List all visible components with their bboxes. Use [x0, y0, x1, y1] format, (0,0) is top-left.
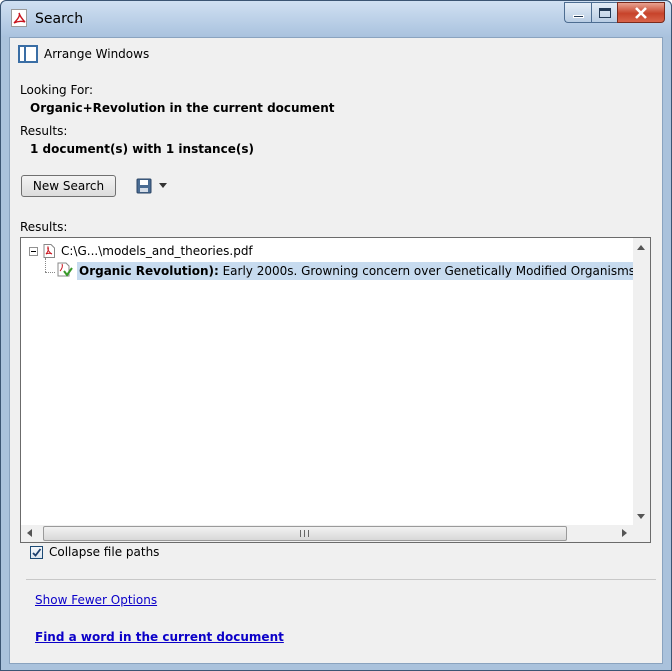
document-path: C:\G...\models_and_theories.pdf: [61, 244, 253, 258]
collapse-file-paths-label: Collapse file paths: [49, 545, 160, 559]
results-summary-label: Results:: [20, 124, 68, 138]
save-icon[interactable]: [136, 178, 152, 194]
scroll-right-icon[interactable]: [622, 529, 627, 537]
close-button[interactable]: [617, 2, 665, 23]
minimize-button[interactable]: [564, 2, 591, 23]
title-bar[interactable]: Search: [1, 1, 671, 37]
collapse-file-paths-checkbox[interactable]: [30, 545, 43, 559]
maximize-button[interactable]: [591, 2, 617, 23]
tree-connector: [45, 272, 55, 273]
close-icon: [635, 6, 647, 19]
save-dropdown-icon[interactable]: [159, 183, 167, 188]
scroll-down-icon[interactable]: [637, 514, 645, 519]
arrange-windows-icon: [18, 45, 38, 63]
window-title: Search: [35, 11, 84, 27]
arrange-windows-label: Arrange Windows: [44, 47, 150, 61]
scroll-up-icon[interactable]: [637, 245, 645, 250]
horizontal-scrollbar[interactable]: [21, 525, 633, 542]
results-tree[interactable]: C:\G...\models_and_theories.pdf Organic …: [20, 237, 651, 543]
pdf-app-icon: [11, 9, 27, 27]
hit-context-text: Early 2000s. Growning concern over Genet…: [222, 264, 650, 278]
results-tree-label: Results:: [20, 220, 68, 234]
new-search-button[interactable]: New Search: [21, 175, 116, 197]
scrollbar-corner: [633, 525, 650, 542]
vertical-scrollbar[interactable]: [633, 238, 650, 526]
show-fewer-options-link[interactable]: Show Fewer Options: [35, 593, 157, 607]
search-window: Search Arrange Windows Looking For: Orga…: [0, 0, 672, 671]
results-summary-value: 1 document(s) with 1 instance(s): [30, 142, 254, 156]
divider: [26, 579, 656, 580]
search-hit-icon: [57, 262, 73, 277]
looking-for-value: Organic+Revolution in the current docume…: [30, 101, 335, 115]
looking-for-label: Looking For:: [20, 83, 94, 97]
arrange-windows-button[interactable]: Arrange Windows: [18, 45, 149, 63]
find-word-link[interactable]: Find a word in the current document: [35, 630, 284, 644]
pdf-file-icon: [43, 244, 55, 258]
scroll-left-icon[interactable]: [27, 529, 32, 537]
minimize-icon: [572, 14, 584, 18]
collapse-file-paths-option[interactable]: Collapse file paths: [30, 545, 159, 559]
document-node[interactable]: C:\G...\models_and_theories.pdf: [29, 244, 253, 258]
grip-icon: [300, 530, 309, 537]
search-panel: Arrange Windows Looking For: Organic+Rev…: [9, 37, 663, 664]
checkmark-icon: [32, 547, 42, 557]
tree-connector: [45, 258, 46, 272]
search-hit-row[interactable]: Organic Revolution): Early 2000s. Growni…: [77, 262, 650, 280]
caption-buttons: [564, 2, 665, 23]
horizontal-scroll-thumb[interactable]: [43, 526, 567, 541]
maximize-icon: [598, 7, 611, 18]
hit-bold-text: Organic Revolution):: [79, 264, 219, 278]
collapse-toggle-icon[interactable]: [29, 246, 38, 256]
